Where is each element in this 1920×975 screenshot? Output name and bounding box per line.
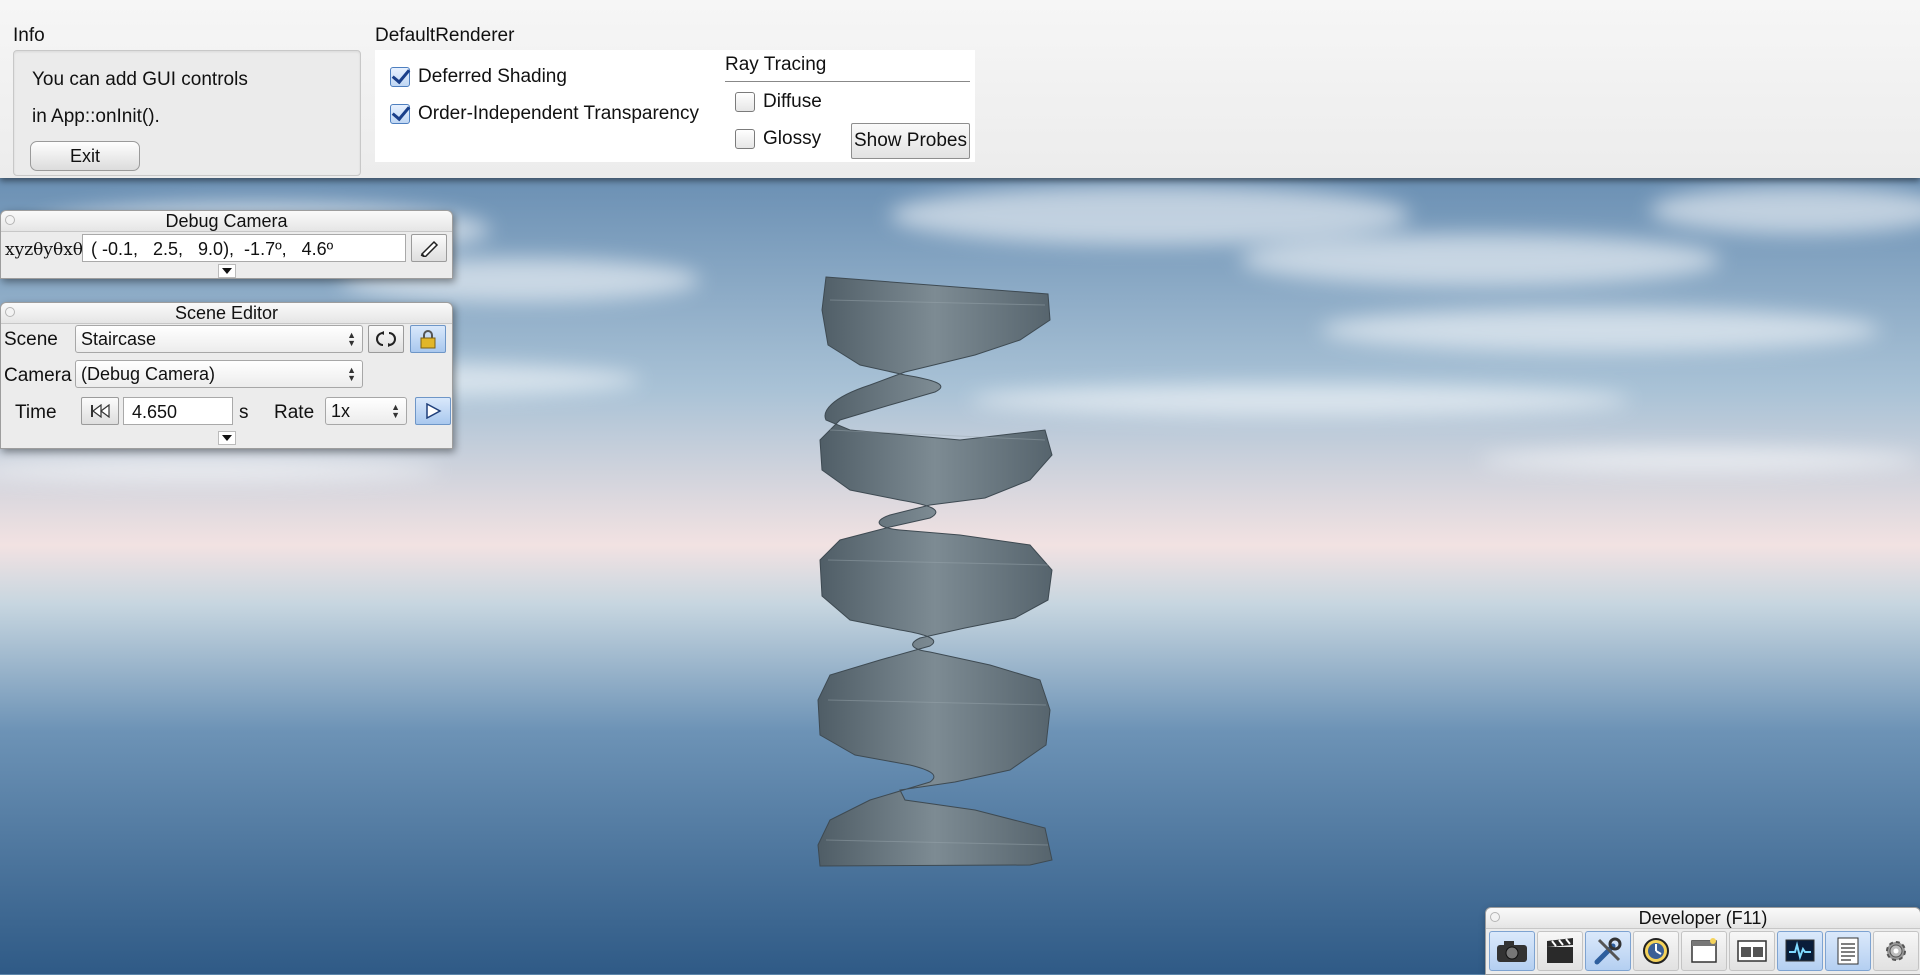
scene-editor-window: Scene Editor Scene Staircase ▲ ▼ Camera (…: [0, 302, 453, 449]
rewind-icon[interactable]: [81, 397, 119, 425]
performance-monitor-icon[interactable]: [1777, 931, 1823, 971]
rate-label: Rate: [274, 402, 315, 423]
scene-windows-icon[interactable]: [1729, 931, 1775, 971]
exit-button[interactable]: Exit: [30, 141, 140, 171]
top-gui-bar: Info You can add GUI controls in App::on…: [0, 0, 1920, 178]
rate-dropdown[interactable]: 1x ▲ ▼: [325, 397, 407, 425]
info-text-line-1: You can add GUI controls: [32, 69, 248, 90]
deferred-shading-checkbox[interactable]: Deferred Shading: [390, 66, 567, 88]
developer-toolbar: [1489, 931, 1919, 971]
checkbox-unchecked-icon[interactable]: [735, 129, 755, 149]
checkbox-unchecked-icon[interactable]: [735, 92, 755, 112]
play-icon[interactable]: [415, 397, 451, 425]
bookmark-pencil-icon[interactable]: [411, 234, 447, 262]
scene-dropdown[interactable]: Staircase ▲ ▼: [75, 325, 363, 353]
camera-coord-field[interactable]: ( -0.1, 2.5, 9.0), -1.7º, 4.6º: [82, 234, 406, 262]
camera-coord-label: xyzθyθxθz: [5, 240, 93, 260]
deferred-shading-label: Deferred Shading: [418, 66, 567, 87]
checkbox-checked-icon[interactable]: [390, 67, 410, 87]
scene-value: Staircase: [81, 329, 157, 349]
diffuse-checkbox[interactable]: Diffuse: [735, 91, 822, 113]
info-text-line-2: in App::onInit().: [32, 106, 160, 127]
debug-camera-title[interactable]: Debug Camera: [1, 211, 452, 232]
diffuse-label: Diffuse: [763, 91, 822, 112]
default-renderer-pane: Deferred Shading Order-Independent Trans…: [375, 50, 975, 162]
lock-icon[interactable]: [410, 325, 446, 353]
checkbox-checked-icon[interactable]: [390, 104, 410, 124]
time-unit: s: [239, 402, 249, 423]
window-close-icon[interactable]: [5, 215, 15, 225]
oit-checkbox[interactable]: Order-Independent Transparency: [390, 103, 699, 125]
reload-icon[interactable]: [368, 325, 404, 353]
dropdown-arrows-icon: ▲ ▼: [391, 402, 400, 420]
film-clapper-icon[interactable]: [1537, 931, 1583, 971]
oit-label: Order-Independent Transparency: [418, 103, 699, 124]
time-field[interactable]: 4.650: [123, 397, 233, 425]
camera-value: (Debug Camera): [81, 364, 216, 384]
scene-editor-title[interactable]: Scene Editor: [1, 303, 452, 324]
info-pane-caption: Info: [13, 25, 45, 46]
developer-window: Developer (F11): [1485, 907, 1920, 975]
dropdown-arrows-icon: ▲ ▼: [347, 330, 356, 348]
window-icon[interactable]: [1681, 931, 1727, 971]
dropdown-arrows-icon: ▲ ▼: [347, 365, 356, 383]
rate-value: 1x: [331, 401, 351, 421]
camera-label: Camera: [4, 365, 72, 386]
info-pane: You can add GUI controls in App::onInit(…: [13, 50, 361, 176]
debug-camera-window: Debug Camera xyzθyθxθz ( -0.1, 2.5, 9.0)…: [0, 210, 453, 279]
window-close-icon[interactable]: [5, 307, 15, 317]
renderer-pane-caption: DefaultRenderer: [375, 25, 515, 46]
window-close-icon[interactable]: [1490, 912, 1500, 922]
camera-icon[interactable]: [1489, 931, 1535, 971]
developer-title[interactable]: Developer (F11): [1486, 908, 1920, 929]
glossy-checkbox[interactable]: Glossy: [735, 128, 821, 150]
log-document-icon[interactable]: [1825, 931, 1871, 971]
show-probes-button[interactable]: Show Probes: [851, 123, 970, 159]
camera-dropdown[interactable]: (Debug Camera) ▲ ▼: [75, 360, 363, 388]
scene-label: Scene: [4, 329, 58, 350]
glossy-label: Glossy: [763, 128, 822, 149]
profiler-clock-icon[interactable]: [1633, 931, 1679, 971]
settings-gear-icon[interactable]: [1873, 931, 1919, 971]
expand-arrow-icon[interactable]: [218, 264, 236, 278]
tools-icon[interactable]: [1585, 931, 1631, 971]
time-label: Time: [15, 402, 57, 423]
expand-arrow-icon[interactable]: [218, 431, 236, 445]
ray-tracing-divider: [725, 81, 970, 82]
ray-tracing-caption: Ray Tracing: [725, 54, 827, 75]
